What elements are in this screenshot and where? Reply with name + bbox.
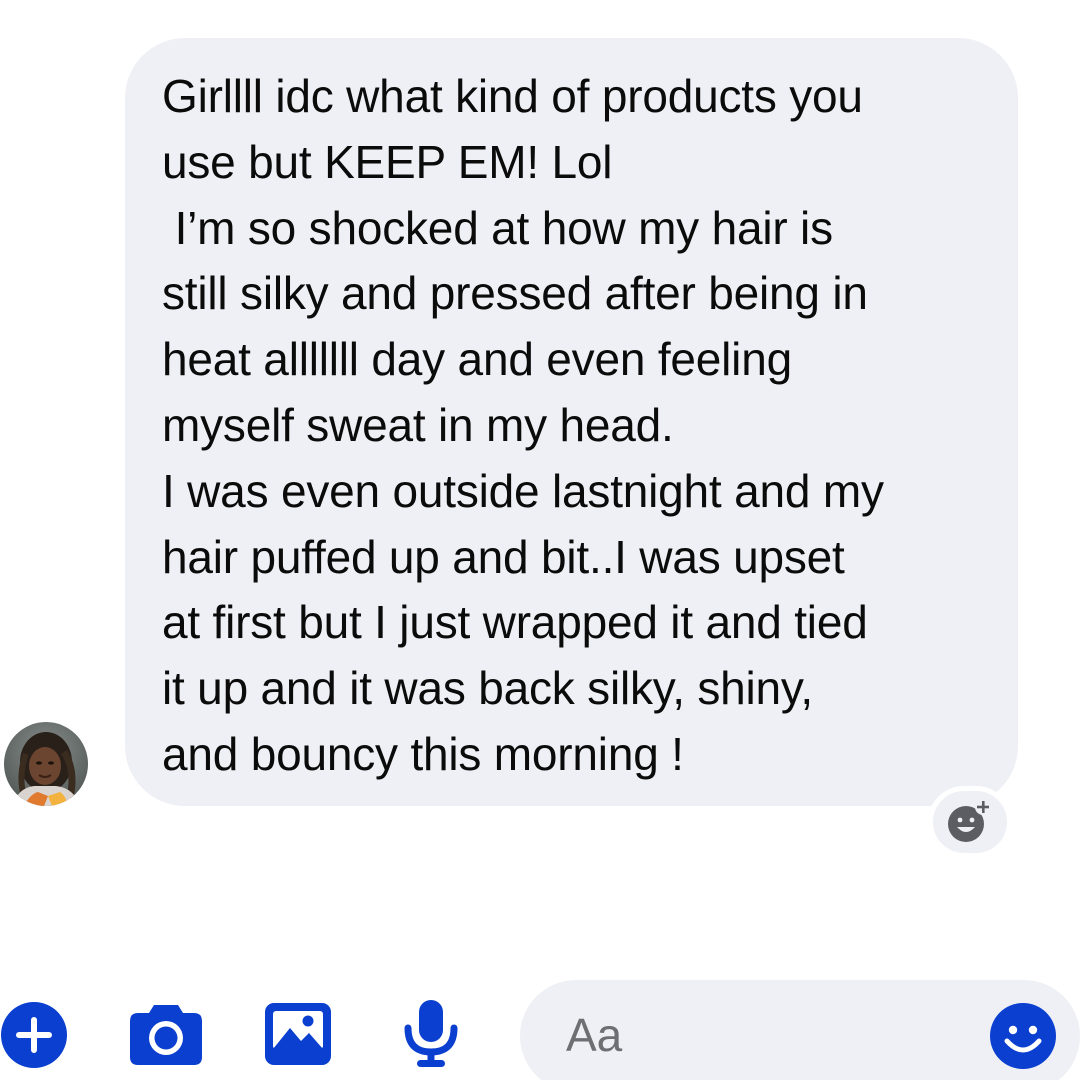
emoji-button[interactable] [990, 1003, 1056, 1069]
message-line: heat alllllll day and even feeling [162, 333, 792, 386]
message-line: I was even outside lastnight and my [162, 464, 884, 517]
message-line: and bouncy this morning ! [162, 727, 684, 780]
microphone-icon [404, 1000, 458, 1067]
image-icon [265, 1003, 331, 1065]
message-line: still silky and pressed after being in [162, 267, 868, 320]
emoji-icon [990, 1003, 1056, 1069]
message-line: hair puffed up and bit..I was upset [162, 530, 845, 583]
gallery-button[interactable] [265, 1003, 331, 1065]
message-line: it up and it was back silky, shiny, [162, 662, 813, 715]
messenger-chat-screen: Girllll idc what kind of products you us… [0, 0, 1080, 1080]
message-line: myself sweat in my head. [162, 398, 674, 451]
message-input-placeholder: Aa [566, 1009, 623, 1061]
microphone-button[interactable] [404, 1000, 458, 1068]
plus-icon [1, 1002, 67, 1068]
message-bubble[interactable]: Girllll idc what kind of products you us… [125, 38, 1018, 806]
avatar-photo [4, 722, 88, 806]
camera-icon [130, 1005, 202, 1065]
add-reaction-icon [948, 799, 991, 842]
message-line: Girllll idc what kind of products you [162, 70, 863, 122]
sender-avatar[interactable] [4, 722, 88, 806]
camera-button[interactable] [130, 1003, 202, 1065]
message-line: at first but I just wrapped it and tied [162, 596, 868, 649]
message-line: I’m so shocked at how my hair is [162, 201, 833, 254]
plus-button[interactable] [0, 1001, 68, 1069]
add-reaction-button[interactable] [928, 786, 1012, 858]
message-line: use but KEEP EM! Lol [162, 135, 613, 188]
